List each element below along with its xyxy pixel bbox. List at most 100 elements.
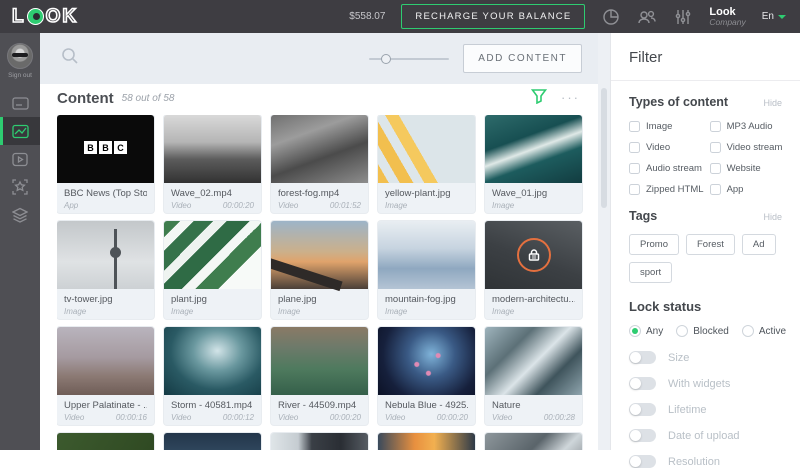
content-card[interactable]: mountain-fog.jpgImage	[378, 221, 475, 319]
checkbox-icon[interactable]	[710, 142, 721, 153]
checkbox-icon[interactable]	[710, 163, 721, 174]
lock-status-radio[interactable]: Active	[742, 325, 786, 337]
checkbox-label: Video	[646, 142, 670, 153]
toggle-label: With widgets	[668, 378, 730, 390]
toggle-switch-icon[interactable]	[629, 377, 656, 390]
filter-funnel-icon[interactable]	[531, 88, 547, 109]
content-type-checkbox[interactable]: Image	[629, 121, 704, 132]
content-type-checkbox[interactable]: Video	[629, 142, 704, 153]
tag-chip[interactable]: Forest	[686, 234, 735, 255]
content-card[interactable]	[378, 433, 475, 450]
layers-icon	[12, 207, 28, 223]
content-card[interactable]: Wave_01.jpgImage	[485, 115, 582, 213]
sidebar-item-video-playlist[interactable]	[0, 145, 40, 173]
lock-status-radio[interactable]: Any	[629, 325, 663, 337]
sidebar-item-widgets[interactable]	[0, 173, 40, 201]
content-card[interactable]: tv-tower.jpgImage	[57, 221, 154, 319]
radio-label: Active	[759, 326, 786, 337]
content-type-checkbox[interactable]: Website	[710, 163, 783, 174]
avatar[interactable]	[7, 43, 33, 69]
checkbox-icon[interactable]	[629, 121, 640, 132]
content-card[interactable]: yellow-plant.jpgImage	[378, 115, 475, 213]
add-content-button[interactable]: ADD CONTENT	[463, 44, 582, 73]
filter-toggle-with-widgets[interactable]: With widgets	[629, 377, 782, 390]
filter-toggle-date-of-upload[interactable]: Date of upload	[629, 429, 782, 442]
thumbnail-size-slider[interactable]	[369, 58, 449, 60]
content-type-checkbox[interactable]: Video stream	[710, 142, 783, 153]
card-meta: Image	[278, 306, 361, 317]
content-type-checkbox[interactable]: Audio stream	[629, 163, 704, 174]
sidebar-nav	[0, 89, 40, 229]
card-type: Image	[278, 306, 300, 317]
card-name: plane.jpg	[278, 293, 361, 306]
content-card[interactable]: Upper Palatinate - ...Video00:00:16	[57, 327, 154, 425]
card-meta: Video00:00:20	[385, 412, 468, 423]
sidebar-item-displays[interactable]	[0, 89, 40, 117]
content-type-checkbox[interactable]: App	[710, 184, 783, 195]
content-card[interactable]	[164, 433, 261, 450]
pie-chart-icon[interactable]	[601, 7, 621, 27]
card-type: Video	[171, 412, 191, 423]
content-card[interactable]: plane.jpgImage	[271, 221, 368, 319]
toggle-switch-icon[interactable]	[629, 455, 656, 468]
card-label: forest-fog.mp4Video00:01:52	[271, 183, 368, 211]
lock-status-radio[interactable]: Blocked	[676, 325, 729, 337]
toggle-switch-icon[interactable]	[629, 403, 656, 416]
content-card[interactable]: forest-fog.mp4Video00:01:52	[271, 115, 368, 213]
content-card[interactable]: Wave_02.mp4Video00:00:20	[164, 115, 261, 213]
filter-toggle-resolution[interactable]: Resolution	[629, 455, 782, 468]
slider-knob[interactable]	[381, 54, 391, 64]
content-card[interactable]: BBCBBC News (Top Sto...App	[57, 115, 154, 213]
content-card[interactable]	[271, 433, 368, 450]
card-name: tv-tower.jpg	[64, 293, 147, 306]
scrollbar[interactable]	[598, 33, 610, 450]
account-switcher[interactable]: Look Company	[709, 6, 745, 27]
filter-toggle-size[interactable]: Size	[629, 351, 782, 364]
card-meta: Video00:00:20	[278, 412, 361, 423]
checkbox-icon[interactable]	[710, 184, 721, 195]
tag-chip[interactable]: sport	[629, 262, 672, 283]
types-hide-link[interactable]: Hide	[763, 98, 782, 108]
search-icon[interactable]	[60, 46, 80, 71]
tag-chip[interactable]: Promo	[629, 234, 679, 255]
content-card[interactable]	[485, 433, 582, 450]
radio-icon[interactable]	[676, 325, 688, 337]
card-label: plane.jpgImage	[271, 289, 368, 317]
more-options-icon[interactable]: ···	[561, 95, 580, 101]
tag-chip[interactable]: Ad	[742, 234, 776, 255]
content-card[interactable]: River - 44509.mp4Video00:00:20	[271, 327, 368, 425]
checkbox-icon[interactable]	[710, 121, 721, 132]
app-logo[interactable]: L O K	[12, 6, 77, 28]
content-type-checkbox[interactable]: Zipped HTML	[629, 184, 704, 195]
displays-icon	[12, 96, 29, 111]
card-name: River - 44509.mp4	[278, 399, 361, 412]
checkbox-icon[interactable]	[629, 142, 640, 153]
sliders-icon[interactable]	[673, 7, 693, 27]
filter-toggle-lifetime[interactable]: Lifetime	[629, 403, 782, 416]
content-type-checkbox[interactable]: MP3 Audio	[710, 121, 783, 132]
content-card[interactable]: plant.jpgImage	[164, 221, 261, 319]
radio-icon[interactable]	[629, 325, 641, 337]
checkbox-icon[interactable]	[629, 163, 640, 174]
logo-letter: K	[62, 6, 77, 28]
language-selector[interactable]: En	[762, 11, 786, 22]
content-card[interactable]	[57, 433, 154, 450]
content-card[interactable]: NatureVideo00:00:28	[485, 327, 582, 425]
checkbox-icon[interactable]	[629, 184, 640, 195]
sign-out-link[interactable]: Sign out	[0, 72, 40, 79]
toggle-switch-icon[interactable]	[629, 429, 656, 442]
toggle-switch-icon[interactable]	[629, 351, 656, 364]
content-grid: BBCBBC News (Top Sto...AppWave_02.mp4Vid…	[57, 115, 587, 450]
scrollbar-thumb[interactable]	[601, 88, 607, 208]
sidebar-item-content[interactable]	[0, 117, 40, 145]
content-card[interactable]: Storm - 40581.mp4Video00:00:12	[164, 327, 261, 425]
users-icon[interactable]	[637, 7, 657, 27]
card-label: NatureVideo00:00:28	[485, 395, 582, 423]
radio-icon[interactable]	[742, 325, 754, 337]
tags-hide-link[interactable]: Hide	[763, 212, 782, 222]
card-thumbnail	[271, 433, 368, 450]
content-card[interactable]: Nebula Blue - 4925...Video00:00:20	[378, 327, 475, 425]
content-card[interactable]: modern-architectu...Image	[485, 221, 582, 319]
sidebar-item-layers[interactable]	[0, 201, 40, 229]
recharge-balance-button[interactable]: RECHARGE YOUR BALANCE	[401, 4, 585, 29]
